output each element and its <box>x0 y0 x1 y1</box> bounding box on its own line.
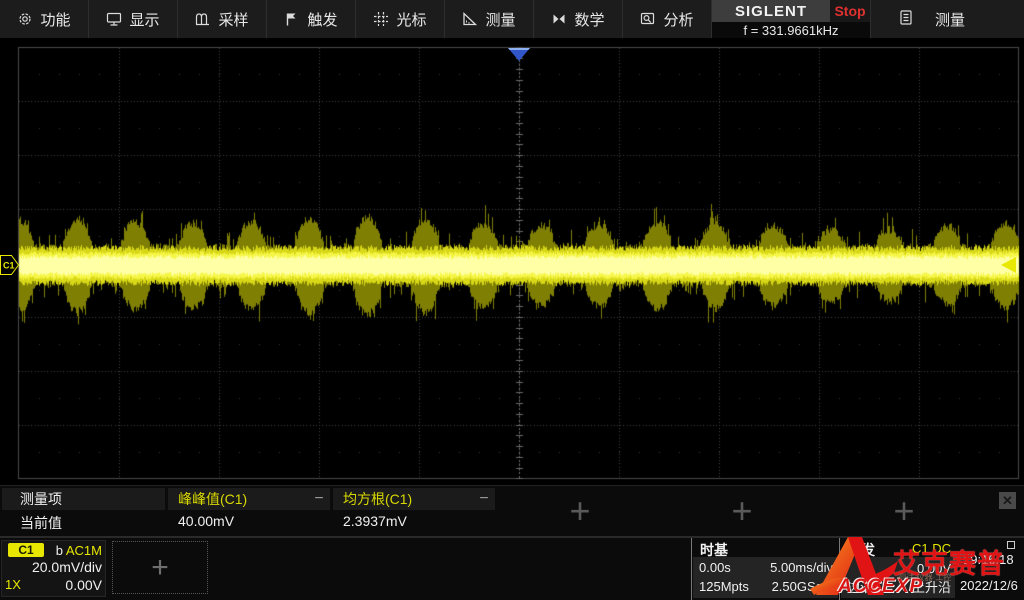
channel1-badge: C1 <box>8 543 44 557</box>
analysis-icon <box>640 11 656 27</box>
menu-utility[interactable]: 功能 <box>0 0 89 38</box>
measurement-header-label: 测量项 <box>2 488 165 510</box>
add-measurement-button[interactable]: + <box>879 488 929 534</box>
menu-label: 测量 <box>485 9 515 30</box>
menu-analysis[interactable]: 分析 <box>623 0 712 38</box>
datetime-box: 19:16:18 2022/12/6 <box>958 538 1024 600</box>
add-channel-button[interactable]: + <box>112 541 208 594</box>
menu-measure[interactable]: 测量 <box>445 0 534 38</box>
trigger-descriptor-box[interactable]: 触发 C1 DC 0.00V 边沿 上升沿 <box>839 538 955 600</box>
measurement-name: 峰峰值(C1) <box>168 489 308 509</box>
menu-math[interactable]: 数学 <box>534 0 623 38</box>
run-stop-status[interactable]: Stop <box>830 0 870 22</box>
timebase-scale: 5.00ms/div <box>770 560 833 575</box>
measurement-panel: 测量项 峰峰值(C1) − 均方根(C1) − 当前值 40.00mV 2.39… <box>0 485 1024 538</box>
trigger-type: 边沿 <box>847 577 873 596</box>
waveform-display-area[interactable]: C1 <box>0 40 1024 485</box>
trigger-level-marker[interactable] <box>1001 257 1016 273</box>
bottom-status-bar: C1 b AC1M 20.0mV/div 1X 0.00V + 时基 0.00s… <box>0 538 1024 600</box>
display-icon <box>106 11 122 27</box>
clock-date: 2022/12/6 <box>960 578 1018 593</box>
timebase-delay: 0.00s <box>699 560 731 575</box>
measurement-value-label: 当前值 <box>20 513 62 533</box>
menu-label: 光标 <box>396 9 426 30</box>
menu-display[interactable]: 显示 <box>89 0 178 38</box>
menu-label: 分析 <box>663 9 693 30</box>
top-menu-bar: 功能 显示 采样 触发 光标 <box>0 0 1024 40</box>
acquisition-status-panel: SIGLENT Stop f = 331.9661kHz <box>712 0 871 38</box>
status-square-icon <box>1007 541 1015 549</box>
math-bowtie-icon <box>551 11 567 27</box>
timebase-points: 125Mpts <box>699 579 749 594</box>
coupling-value: AC1M <box>66 543 102 558</box>
menu-label: 采样 <box>218 9 248 30</box>
add-measurement-button[interactable]: + <box>717 488 767 534</box>
measurement-value-vpp: 40.00mV <box>178 513 234 529</box>
menu-label: 功能 <box>40 9 70 30</box>
trigger-source: C1 DC <box>912 541 951 556</box>
measure-panel-button[interactable]: 测量 <box>871 0 1024 38</box>
trigger-flag-icon <box>284 11 300 27</box>
measurement-name: 均方根(C1) <box>333 489 473 509</box>
acquire-icon <box>195 11 211 27</box>
remove-measurement-button[interactable]: − <box>473 489 495 509</box>
remove-measurement-button[interactable]: − <box>308 489 330 509</box>
measure-button-label: 测量 <box>935 9 965 30</box>
graticule-waveform-canvas[interactable] <box>0 40 1024 485</box>
menu-trigger[interactable]: 触发 <box>267 0 356 38</box>
bandwidth-flag: b <box>56 543 63 558</box>
add-measurement-button[interactable]: + <box>555 488 605 534</box>
trigger-frequency-readout: f = 331.9661kHz <box>712 22 870 38</box>
svg-text:C1: C1 <box>3 261 15 271</box>
timebase-descriptor-box[interactable]: 时基 0.00s 5.00ms/div 125Mpts 2.50GSa/s <box>691 538 838 600</box>
close-measurement-panel-button[interactable]: ✕ <box>999 492 1016 509</box>
measurement-value-rms: 2.3937mV <box>343 513 407 529</box>
timebase-samplerate: 2.50GSa/s <box>772 579 833 594</box>
trigger-slope: 上升沿 <box>912 577 951 596</box>
siglent-logo: SIGLENT <box>712 0 830 22</box>
channel1-position-marker[interactable]: C1 <box>0 255 20 275</box>
menu-cursor[interactable]: 光标 <box>356 0 445 38</box>
clipboard-icon <box>899 9 913 30</box>
menu-label: 数学 <box>574 9 604 30</box>
measure-ruler-icon <box>462 11 478 27</box>
cursor-grid-icon <box>373 11 389 27</box>
measurement-item-rms[interactable]: 均方根(C1) − <box>333 488 495 510</box>
trigger-position-marker[interactable] <box>508 48 530 62</box>
menu-label: 触发 <box>307 9 337 30</box>
oscilloscope-screen: 功能 显示 采样 触发 光标 <box>0 0 1024 600</box>
channel1-scale: 20.0mV/div <box>32 559 102 575</box>
channel1-offset: 0.00V <box>65 577 102 593</box>
channel1-coupling: b AC1M <box>56 543 102 558</box>
gear-icon <box>17 11 33 27</box>
menu-acquire[interactable]: 采样 <box>178 0 267 38</box>
trigger-level: 0.00V <box>917 561 951 576</box>
channel1-descriptor-box[interactable]: C1 b AC1M 20.0mV/div 1X 0.00V <box>1 540 106 597</box>
channel1-probe: 1X <box>5 577 21 592</box>
menu-label: 显示 <box>129 9 159 30</box>
measurement-item-vpp[interactable]: 峰峰值(C1) − <box>168 488 330 510</box>
clock-time: 19:16:18 <box>963 552 1014 567</box>
